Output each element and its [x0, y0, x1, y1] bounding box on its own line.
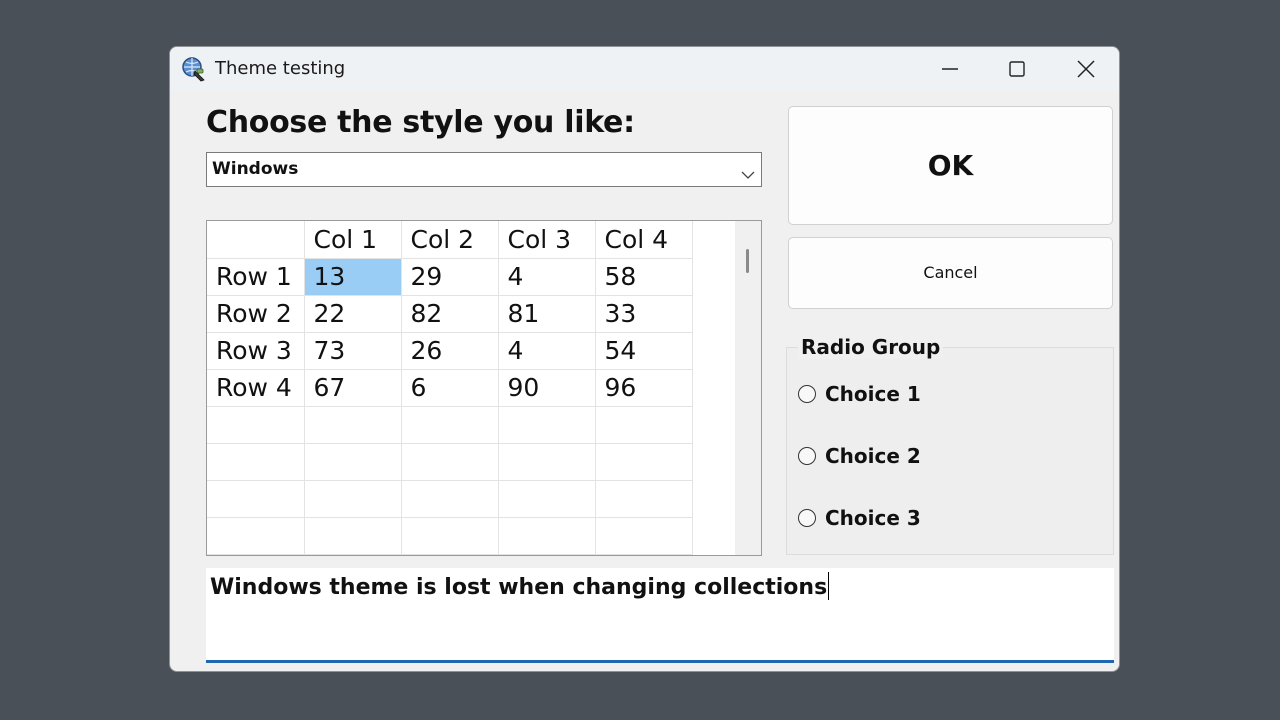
grid-vertical-scrollbar[interactable]: [735, 221, 761, 555]
column-header[interactable]: Col 1: [304, 221, 402, 259]
message-text: Windows theme is lost when changing coll…: [210, 572, 830, 600]
maximize-icon: [1009, 61, 1025, 77]
grid-cell[interactable]: [304, 480, 402, 518]
table-row: [207, 517, 693, 555]
minimize-icon: [942, 68, 958, 70]
grid-cell[interactable]: 96: [595, 369, 693, 407]
row-header[interactable]: [207, 480, 305, 518]
grid-header-row: Col 1 Col 2 Col 3 Col 4: [207, 221, 693, 259]
style-select[interactable]: Windows: [206, 152, 762, 187]
grid-cell[interactable]: [304, 406, 402, 444]
grid-cell[interactable]: [401, 406, 499, 444]
grid-cell[interactable]: [401, 517, 499, 555]
radio-label: Choice 1: [825, 382, 921, 406]
maximize-button[interactable]: [983, 47, 1051, 91]
grid-cell[interactable]: [401, 443, 499, 481]
grid-cell[interactable]: 29: [401, 258, 499, 296]
grid-cell[interactable]: 81: [498, 295, 596, 333]
grid-table: Col 1 Col 2 Col 3 Col 4 Row 1 13 29 4 58…: [207, 221, 693, 555]
row-header[interactable]: [207, 443, 305, 481]
scrollbar-thumb[interactable]: [746, 249, 749, 273]
page-heading: Choose the style you like:: [206, 105, 635, 140]
table-row: Row 2 22 82 81 33: [207, 295, 693, 333]
grid-cell[interactable]: 90: [498, 369, 596, 407]
grid-cell[interactable]: [304, 517, 402, 555]
radio-button-icon[interactable]: [798, 385, 816, 403]
grid-cell[interactable]: 6: [401, 369, 499, 407]
row-header[interactable]: [207, 406, 305, 444]
grid-cell[interactable]: [498, 480, 596, 518]
grid-cell[interactable]: [498, 443, 596, 481]
grid-cell-selected[interactable]: 13: [304, 258, 402, 296]
column-header[interactable]: Col 2: [401, 221, 499, 259]
grid-cell[interactable]: 22: [304, 295, 402, 333]
ok-button[interactable]: OK: [788, 106, 1113, 225]
style-select-value: Windows: [212, 159, 299, 179]
grid-cell[interactable]: 58: [595, 258, 693, 296]
grid-cell[interactable]: 73: [304, 332, 402, 370]
close-button[interactable]: [1052, 47, 1119, 91]
minimize-button[interactable]: [916, 47, 984, 91]
grid-cell[interactable]: [595, 517, 693, 555]
table-row: [207, 406, 693, 444]
row-header[interactable]: Row 2: [207, 295, 305, 333]
grid-cell[interactable]: 33: [595, 295, 693, 333]
data-grid[interactable]: Col 1 Col 2 Col 3 Col 4 Row 1 13 29 4 58…: [206, 220, 762, 556]
cancel-button[interactable]: Cancel: [788, 237, 1113, 309]
grid-cell[interactable]: [595, 443, 693, 481]
grid-cell[interactable]: 26: [401, 332, 499, 370]
radio-button-icon[interactable]: [798, 509, 816, 527]
grid-cell[interactable]: 4: [498, 258, 596, 296]
row-header[interactable]: [207, 517, 305, 555]
grid-cell[interactable]: [401, 480, 499, 518]
row-header[interactable]: Row 1: [207, 258, 305, 296]
text-caret: [828, 572, 830, 600]
row-header[interactable]: Row 4: [207, 369, 305, 407]
grid-cell[interactable]: [595, 480, 693, 518]
window-title: Theme testing: [215, 58, 346, 79]
radio-group: Radio Group Choice 1 Choice 2 Choice 3: [786, 335, 1114, 555]
table-row: [207, 480, 693, 518]
message-text-box[interactable]: Windows theme is lost when changing coll…: [206, 568, 1114, 663]
message-text-value: Windows theme is lost when changing coll…: [210, 575, 828, 600]
radio-label: Choice 2: [825, 444, 921, 468]
grid-cell[interactable]: [498, 517, 596, 555]
table-row: [207, 443, 693, 481]
grid-cell[interactable]: [304, 443, 402, 481]
radio-label: Choice 3: [825, 506, 921, 530]
column-header[interactable]: Col 3: [498, 221, 596, 259]
grid-cell[interactable]: 82: [401, 295, 499, 333]
table-row: Row 3 73 26 4 54: [207, 332, 693, 370]
grid-cell[interactable]: 54: [595, 332, 693, 370]
table-row: Row 4 67 6 90 96: [207, 369, 693, 407]
grid-cell[interactable]: [498, 406, 596, 444]
chevron-down-icon: [741, 165, 755, 184]
column-header[interactable]: Col 4: [595, 221, 693, 259]
grid-cell[interactable]: [595, 406, 693, 444]
grid-cell[interactable]: 4: [498, 332, 596, 370]
grid-cell[interactable]: 67: [304, 369, 402, 407]
radio-group-title: Radio Group: [798, 335, 944, 359]
row-header[interactable]: Row 3: [207, 332, 305, 370]
radio-button-icon[interactable]: [798, 447, 816, 465]
close-icon: [1077, 60, 1095, 78]
theme-testing-window: Theme testing Choose the style you like:…: [169, 46, 1120, 672]
grid-corner-cell: [207, 221, 305, 259]
table-row: Row 1 13 29 4 58: [207, 258, 693, 296]
globe-app-icon: [181, 56, 207, 82]
title-bar[interactable]: Theme testing: [170, 47, 1119, 91]
